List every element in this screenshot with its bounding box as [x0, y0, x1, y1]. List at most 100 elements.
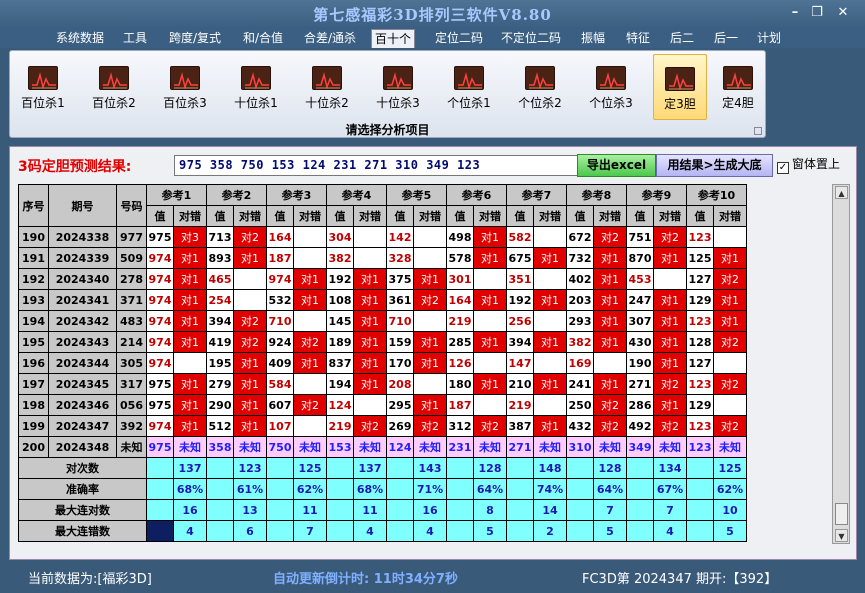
ref-value-cell: 675 [506, 247, 534, 269]
stats-spacer-cell [386, 478, 414, 500]
tool-button-5[interactable]: 十位杀3 [369, 54, 427, 120]
header-check: 对错 [353, 205, 387, 227]
tool-button-10[interactable]: 定4胆 [711, 54, 765, 120]
ref-value-cell: 159 [386, 331, 414, 353]
ref-check-cell: 对1 [413, 268, 447, 290]
scroll-thumb[interactable] [835, 503, 848, 525]
menu-item-0[interactable]: 系统数据 [52, 29, 108, 48]
menu-item-3[interactable]: 和/合值 [236, 29, 290, 48]
stats-value-cell: 7 [293, 520, 327, 542]
ref-value-cell: 195 [206, 352, 234, 374]
ref-check-cell: 对1 [593, 268, 627, 290]
ref-check-cell: 对2 [593, 226, 627, 248]
header-check: 对错 [533, 205, 567, 227]
stats-value-cell: 13 [233, 499, 267, 521]
menu-item-8[interactable]: 振幅 [576, 29, 610, 48]
table-row[interactable]: 195 2024343 214 974 对1 419 对2 924 对2 189 对1 159 对1 28… [18, 331, 747, 353]
restore-icon[interactable]: ❐ [806, 4, 828, 22]
ref-value-cell: 409 [266, 352, 294, 374]
scroll-down-icon[interactable]: ▼ [835, 529, 848, 542]
tool-button-1[interactable]: 百位杀2 [85, 54, 143, 120]
tool-button-4[interactable]: 十位杀2 [298, 54, 356, 120]
tool-button-2[interactable]: 百位杀3 [156, 54, 214, 120]
menu-item-9[interactable]: 特征 [620, 29, 656, 48]
ref-check-cell: 对1 [353, 310, 387, 332]
tool-button-8[interactable]: 个位杀3 [582, 54, 640, 120]
tool-button-6[interactable]: 个位杀1 [440, 54, 498, 120]
predicted-value-cell: 124 [386, 436, 414, 458]
ref-value-cell: 169 [566, 352, 594, 374]
ref-value-cell: 975 [146, 373, 174, 395]
window-on-top-checkbox[interactable]: ✓ 窗体置上 [777, 155, 840, 174]
ref-check-cell: 对1 [713, 247, 747, 269]
close-icon[interactable]: ✕ [832, 4, 854, 22]
checkbox-icon[interactable]: ✓ [777, 162, 789, 174]
table-row[interactable]: 190 2024338 977 975 对3 713 对2 164 304 142 498 对1 582… [18, 226, 747, 248]
table-row[interactable]: 194 2024342 483 974 对1 394 对2 710 145 对1 710 219 256… [18, 310, 747, 332]
ref-check-cell: 对1 [653, 352, 687, 374]
table-row[interactable]: 193 2024341 371 974 对1 254 532 对1 108 对1 361 对2 164 对… [18, 289, 747, 311]
ref-value-cell: 361 [386, 289, 414, 311]
menu-item-10[interactable]: 后二 [665, 29, 699, 48]
menu-item-11[interactable]: 后一 [709, 29, 743, 48]
ref-check-cell: 对1 [653, 289, 687, 311]
export-excel-button[interactable]: 导出excel [577, 154, 656, 177]
ref-check-cell: 对1 [533, 289, 567, 311]
ref-value-cell: 279 [206, 373, 234, 395]
tool-button-label: 十位杀1 [234, 96, 278, 110]
stats-spacer-cell [566, 457, 594, 479]
table-row[interactable]: 192 2024340 278 974 对1 465 974 对1 192 对1 375 对1 301 3… [18, 268, 747, 290]
ref-check-cell: 对2 [653, 373, 687, 395]
tool-button-0[interactable]: 百位杀1 [14, 54, 72, 120]
stats-value-cell: 16 [413, 499, 447, 521]
table-row[interactable]: 197 2024345 317 975 对1 279 对1 584 194 对1 208 180 对1 2… [18, 373, 747, 395]
table-row[interactable]: 199 2024347 392 974 对1 512 对1 107 219 对2 269 对2 312 对… [18, 415, 747, 437]
menu-item-4[interactable]: 合差/通杀 [296, 29, 364, 48]
predicted-check-cell: 未知 [653, 436, 687, 458]
stats-value-cell: 64% [473, 478, 507, 500]
ref-value-cell: 387 [506, 415, 534, 437]
stats-spacer-cell [566, 499, 594, 521]
ref-check-cell: 对1 [233, 247, 267, 269]
menu-item-1[interactable]: 工具 [118, 29, 152, 48]
vertical-scrollbar[interactable]: ▲ ▼ [832, 184, 850, 544]
menu-item-12[interactable]: 计划 [752, 29, 786, 48]
table-row[interactable]: 196 2024344 305 974 195 对1 409 对1 837 对1 170 对1 126 1… [18, 352, 747, 374]
tool-button-7[interactable]: 个位杀2 [511, 54, 569, 120]
prediction-result-field[interactable]: 975 358 750 153 124 231 271 310 349 123 [174, 155, 578, 176]
ref-value-cell: 145 [326, 310, 354, 332]
ref-check-cell: 对1 [533, 373, 567, 395]
ref-check-cell: 对1 [473, 373, 507, 395]
ref-check-cell: 对2 [413, 415, 447, 437]
tool-button-9[interactable]: 定3胆 [653, 54, 707, 120]
table-row[interactable]: 191 2024339 509 974 对1 893 对1 187 382 328 578 对1 675… [18, 247, 747, 269]
ref-value-cell: 256 [506, 310, 534, 332]
menu-item-6[interactable]: 定位二码 [428, 29, 490, 48]
tool-button-label: 十位杀3 [376, 96, 420, 110]
ref-check-cell: 对2 [473, 415, 507, 437]
generate-base-button[interactable]: 用结果>生成大底 [656, 154, 773, 177]
stats-spacer-cell [326, 520, 354, 542]
minimize-icon[interactable]: – [784, 4, 806, 22]
ref-value-cell: 247 [626, 289, 654, 311]
table-row[interactable]: 198 2024346 056 975 对1 290 对1 607 对2 124 295 对1 187 2… [18, 394, 747, 416]
prediction-row[interactable]: 200 2024348 未知 975 未知 358 未知 750 未知 153 未知 124 未知 231… [18, 436, 747, 458]
stats-spacer-cell [686, 499, 714, 521]
menu-item-5[interactable]: 百十个 [371, 29, 415, 48]
ref-value-cell: 382 [326, 247, 354, 269]
stats-spacer-cell [446, 520, 474, 542]
ref-value-cell: 975 [146, 226, 174, 248]
tool-button-3[interactable]: 十位杀1 [227, 54, 285, 120]
ref-check-cell [533, 268, 567, 290]
menu-item-2[interactable]: 跨度/复式 [160, 29, 230, 48]
ref-check-cell [293, 310, 327, 332]
stats-spacer-cell [326, 457, 354, 479]
header-ref-4: 参考4 [326, 184, 387, 206]
stats-spacer-cell [626, 457, 654, 479]
menu-item-7[interactable]: 不定位二码 [495, 29, 567, 48]
stats-value-cell: 10 [713, 499, 747, 521]
scroll-up-icon[interactable]: ▲ [835, 186, 848, 199]
ref-check-cell: 对1 [173, 331, 207, 353]
stats-spacer-cell [326, 478, 354, 500]
expand-icon[interactable] [754, 127, 762, 135]
